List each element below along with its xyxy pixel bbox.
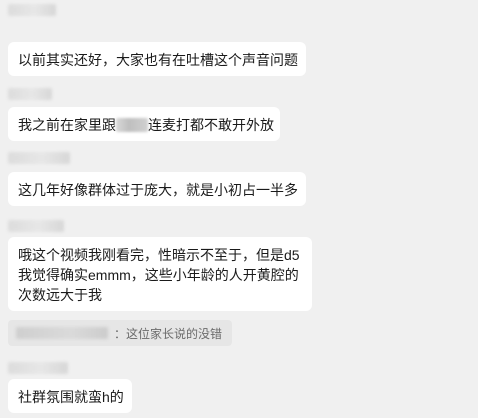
- message-text-after: 连麦打都不敢开外放: [148, 117, 274, 133]
- redacted-name-block: [116, 118, 148, 132]
- sender-name-redacted: [8, 220, 64, 232]
- message-text: 这几年好像群体过于庞大，就是小初占一半多: [18, 182, 298, 198]
- message-line: 哦这个视频我刚看完，性暗示不至于，但是d5: [18, 247, 300, 263]
- message-bubble[interactable]: 以前其实还好，大家也有在吐槽这个声音问题: [8, 42, 306, 76]
- chat-message-bubble-container: 以前其实还好，大家也有在吐槽这个声音问题: [8, 42, 306, 76]
- message-text: 以前其实还好，大家也有在吐槽这个声音问题: [18, 52, 298, 68]
- message-line: 次数远大于我: [18, 287, 102, 303]
- message-bubble[interactable]: 我之前在家里跟 连麦打都不敢开外放: [8, 107, 280, 141]
- quoted-sender-redacted: [16, 327, 108, 339]
- message-text: 社群氛围就蛮h的: [18, 389, 124, 405]
- chat-message: [8, 362, 68, 374]
- quoted-text: ：这位家长说的没错: [113, 326, 222, 341]
- chat-message: [8, 152, 70, 164]
- message-line: 我觉得确实emmm，这些小年龄的人开黄腔的: [18, 267, 299, 283]
- sender-name-redacted: [8, 362, 68, 374]
- chat-message: [8, 4, 56, 16]
- chat-message: [8, 88, 52, 100]
- chat-message: [8, 220, 64, 232]
- message-bubble[interactable]: 社群氛围就蛮h的: [8, 379, 132, 413]
- chat-message-bubble-container: 这几年好像群体过于庞大，就是小初占一半多: [8, 172, 306, 206]
- quoted-message[interactable]: ：这位家长说的没错: [8, 320, 232, 346]
- message-text-before: 我之前在家里跟: [18, 117, 116, 133]
- chat-message-bubble-container: 我之前在家里跟 连麦打都不敢开外放: [8, 107, 280, 141]
- chat-message-list[interactable]: 以前其实还好，大家也有在吐槽这个声音问题 我之前在家里跟 连麦打都不敢开外放 这几…: [0, 0, 478, 418]
- sender-name-redacted: [8, 4, 56, 16]
- sender-name-redacted: [8, 152, 70, 164]
- message-bubble[interactable]: 这几年好像群体过于庞大，就是小初占一半多: [8, 172, 306, 206]
- chat-message-bubble-container: 社群氛围就蛮h的: [8, 379, 132, 413]
- chat-message-bubble-container: 哦这个视频我刚看完，性暗示不至于，但是d5 我觉得确实emmm，这些小年龄的人开…: [8, 237, 312, 311]
- message-bubble[interactable]: 哦这个视频我刚看完，性暗示不至于，但是d5 我觉得确实emmm，这些小年龄的人开…: [8, 237, 312, 311]
- sender-name-redacted: [8, 88, 52, 100]
